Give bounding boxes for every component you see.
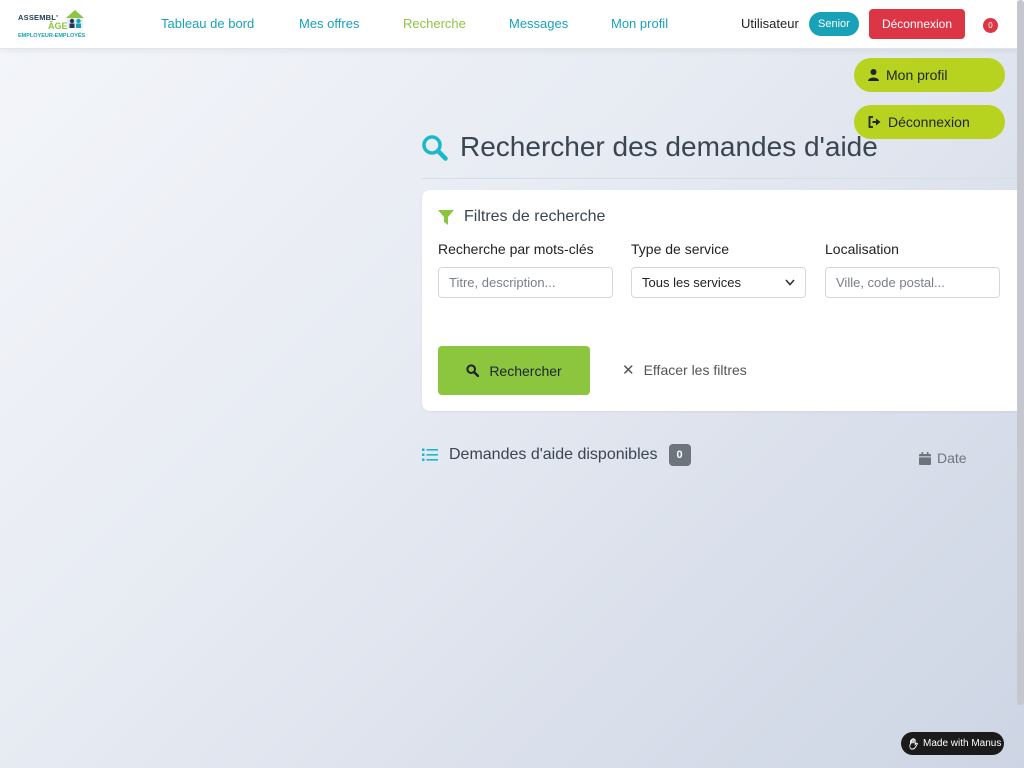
results-header: Demandes d'aide disponibles 0 <box>422 444 691 466</box>
menu-profile-button[interactable]: Mon profil <box>854 58 1005 92</box>
search-icon <box>466 364 480 377</box>
user-name-label: Utilisateur <box>741 16 799 31</box>
top-navbar: ASSEMBL' ÂGE EMPLOYEUR-EMPLOYÉS Tableau … <box>0 0 1024 49</box>
logout-button[interactable]: Déconnexion <box>869 9 965 39</box>
service-type-select[interactable]: Tous les services <box>631 267 806 298</box>
search-button-label: Rechercher <box>489 362 562 379</box>
filter-icon <box>438 209 454 225</box>
search-button[interactable]: Rechercher <box>438 346 590 395</box>
page-scrollbar[interactable] <box>1017 0 1024 705</box>
brand-line-2: ÂGE <box>48 21 68 31</box>
brand-line-3: EMPLOYEUR-EMPLOYÉS <box>18 33 86 39</box>
location-label: Localisation <box>825 241 899 257</box>
chevron-down-icon <box>785 279 795 286</box>
page-header: Rechercher des demandes d'aide <box>421 131 878 163</box>
made-with-manus-badge[interactable]: Made with Manus <box>901 732 1004 755</box>
made-with-manus-label: Made with Manus <box>923 738 1002 749</box>
clear-filters-button[interactable]: ✕ Effacer les filtres <box>622 361 747 379</box>
notification-badge[interactable]: 0 <box>983 18 998 33</box>
sort-date-button[interactable]: Date <box>919 450 967 466</box>
title-divider <box>421 178 1024 179</box>
sign-out-icon <box>868 116 881 128</box>
sort-date-label: Date <box>937 450 967 466</box>
nav-link-my-offers[interactable]: Mes offres <box>299 16 359 31</box>
nav-link-dashboard[interactable]: Tableau de bord <box>161 16 254 31</box>
keywords-label: Recherche par mots-clés <box>438 241 594 257</box>
nav-link-my-profile[interactable]: Mon profil <box>611 16 668 31</box>
hand-icon <box>909 737 918 749</box>
nav-link-search[interactable]: Recherche <box>403 16 466 31</box>
close-icon: ✕ <box>622 362 635 379</box>
nav-link-messages[interactable]: Messages <box>509 16 568 31</box>
results-title: Demandes d'aide disponibles <box>449 446 658 463</box>
search-icon <box>422 134 448 161</box>
service-type-value: Tous les services <box>642 275 741 290</box>
filters-header: Filtres de recherche <box>438 208 605 226</box>
menu-profile-label: Mon profil <box>886 67 948 83</box>
calendar-icon <box>919 451 931 465</box>
menu-logout-label: Déconnexion <box>888 114 970 130</box>
location-input[interactable] <box>825 267 1000 298</box>
page-title: Rechercher des demandes d'aide <box>460 131 878 162</box>
clear-filters-label: Effacer les filtres <box>643 362 747 378</box>
list-icon <box>422 448 438 461</box>
results-count-badge: 0 <box>668 444 691 466</box>
brand-logo[interactable]: ASSEMBL' ÂGE EMPLOYEUR-EMPLOYÉS <box>18 9 88 41</box>
filters-title: Filtres de recherche <box>464 208 606 225</box>
keywords-input[interactable] <box>438 267 613 298</box>
filters-card: Filtres de recherche Recherche par mots-… <box>422 190 1024 411</box>
role-badge: Senior <box>809 12 859 36</box>
user-icon <box>868 69 879 81</box>
service-type-label: Type de service <box>631 241 730 257</box>
